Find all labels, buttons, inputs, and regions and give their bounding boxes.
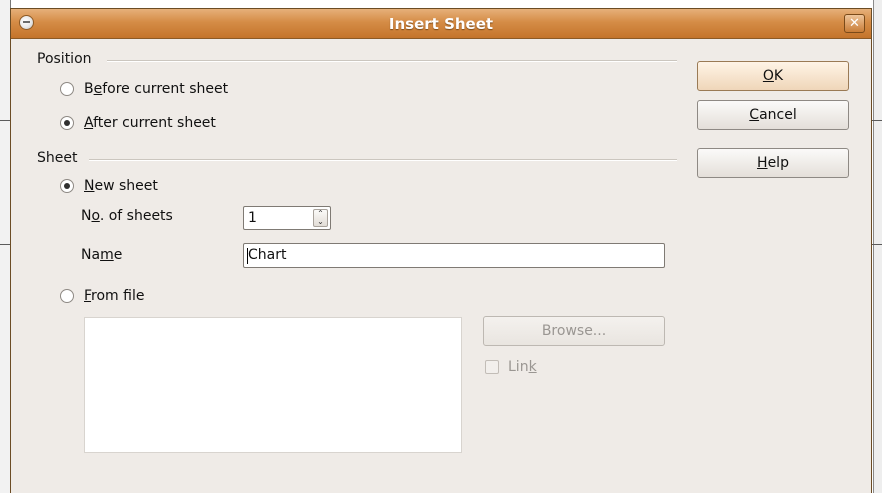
- file-sheet-list[interactable]: [84, 317, 462, 453]
- dialog-title: Insert Sheet: [388, 15, 494, 33]
- radio-before-current-sheet[interactable]: Before current sheet: [60, 81, 228, 97]
- radio-from-file[interactable]: From file: [60, 288, 144, 304]
- close-button[interactable]: ✕: [844, 14, 865, 33]
- title-bar[interactable]: Insert Sheet ✕: [11, 9, 871, 39]
- position-section-divider: [107, 60, 677, 62]
- num-sheets-value[interactable]: 1: [248, 210, 257, 226]
- radio-label: Before current sheet: [84, 81, 229, 97]
- radio-button[interactable]: [60, 289, 74, 303]
- position-section-label: Position: [37, 51, 92, 67]
- radio-after-current-sheet[interactable]: After current sheet: [60, 115, 216, 131]
- spreadsheet-edge-right: [873, 0, 882, 493]
- radio-label: New sheet: [84, 178, 158, 194]
- sheet-name-value[interactable]: Chart: [248, 247, 286, 263]
- radio-new-sheet[interactable]: New sheet: [60, 178, 158, 194]
- sheet-section-divider: [89, 159, 677, 161]
- num-sheets-spinner[interactable]: 1 ⌃ ⌄: [243, 206, 331, 230]
- grid-line: [0, 120, 10, 121]
- num-sheets-label: No. of sheets: [81, 208, 173, 224]
- ok-button[interactable]: OK: [697, 61, 849, 91]
- link-checkbox-row[interactable]: Link: [485, 359, 537, 375]
- link-checkbox[interactable]: [485, 360, 499, 374]
- name-label: Name: [81, 247, 123, 263]
- sheet-section-label: Sheet: [37, 150, 78, 166]
- radio-label: After current sheet: [84, 115, 216, 131]
- radio-button-selected[interactable]: [60, 179, 74, 193]
- radio-button-selected[interactable]: [60, 116, 74, 130]
- grid-line: [0, 244, 10, 245]
- grid-line: [872, 120, 882, 121]
- radio-label: From file: [84, 288, 145, 304]
- spin-up-down-icon[interactable]: ⌃ ⌄: [313, 209, 328, 227]
- help-button[interactable]: Help: [697, 148, 849, 178]
- browse-button[interactable]: Browse...: [483, 316, 665, 346]
- cancel-button[interactable]: Cancel: [697, 100, 849, 130]
- link-label: Link: [508, 359, 537, 375]
- sheet-name-input[interactable]: Chart: [243, 243, 665, 268]
- grid-line: [872, 244, 882, 245]
- insert-sheet-dialog: Insert Sheet ✕ Position Before current s…: [10, 8, 872, 493]
- radio-button[interactable]: [60, 82, 74, 96]
